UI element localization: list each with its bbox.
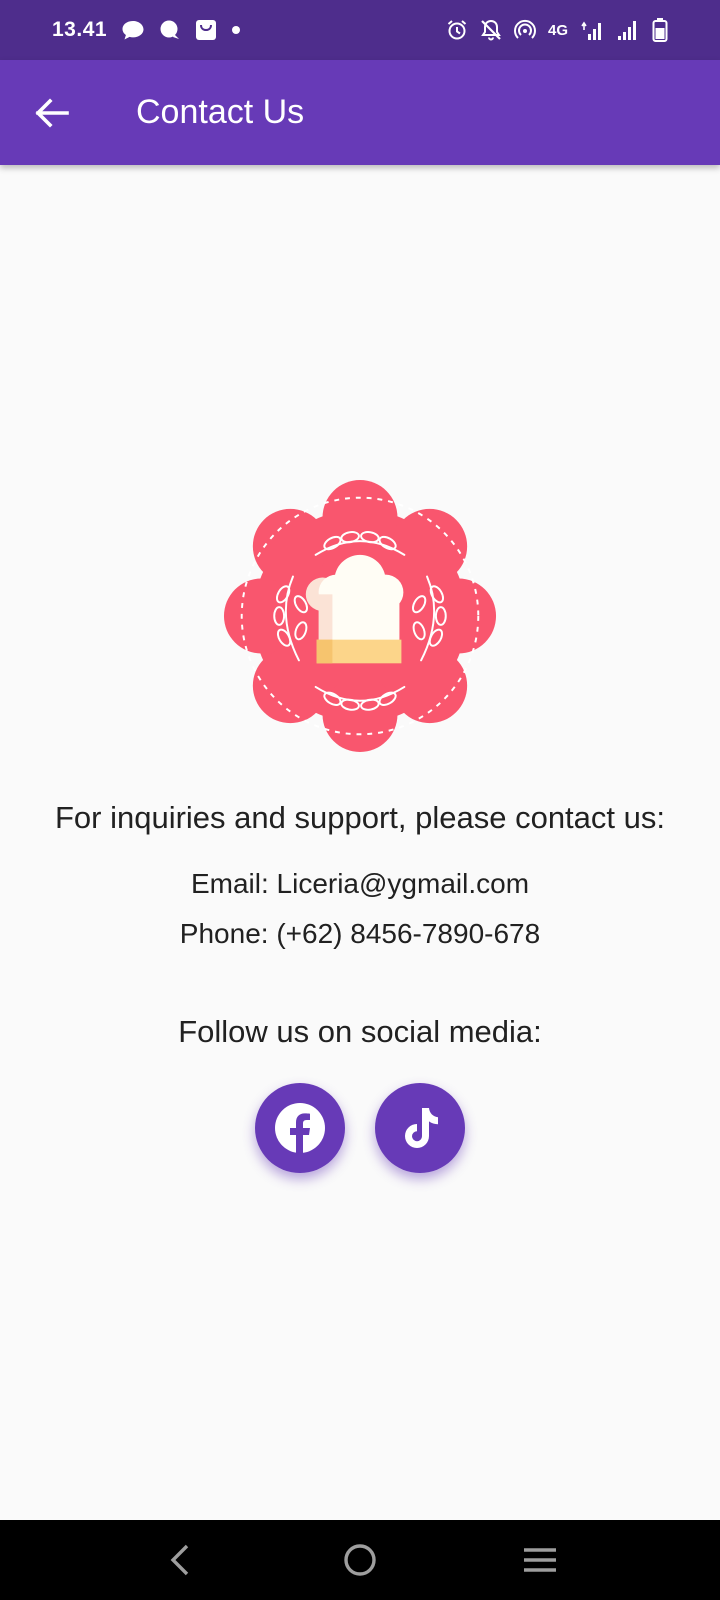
social-links [255,1083,465,1173]
nav-home-button[interactable] [330,1530,390,1590]
status-right: 4G [446,18,668,42]
chat-bubble-icon [159,19,181,41]
signal-strength-icon-sim2 [616,19,640,41]
contact-content: For inquiries and support, please contac… [0,165,720,1520]
screen: 13.41 4G Contact Us For inquiries and su… [0,0,720,1600]
facebook-icon [275,1103,325,1153]
network-type-label: 4G [547,21,568,39]
battery-icon [652,18,668,42]
status-bar: 13.41 4G [0,0,720,60]
tiktok-button[interactable] [375,1083,465,1173]
nav-home-icon [344,1544,376,1576]
phone-text[interactable]: Phone: (+62) 8456-7890-678 [180,917,540,951]
nav-back-button[interactable] [150,1530,210,1590]
back-button[interactable] [0,60,104,165]
tiktok-icon [405,1108,438,1148]
signal-strength-icon-sim1 [580,19,604,41]
alarm-icon [446,19,468,41]
status-left: 13.41 [52,18,241,42]
system-nav-bar [0,1520,720,1600]
nav-back-icon [170,1544,189,1576]
shopping-bag-icon [195,19,217,41]
arrow-left-icon [35,97,69,128]
follow-us-text: Follow us on social media: [178,1014,542,1049]
status-time: 13.41 [52,18,108,41]
nav-recents-button[interactable] [510,1530,570,1590]
muted-bell-icon [480,19,502,41]
facebook-button[interactable] [255,1083,345,1173]
app-bar: Contact Us [0,60,720,165]
chef-hat-badge-logo [223,479,497,753]
hotspot-icon [513,19,536,41]
message-icon [121,19,145,41]
nav-menu-icon [524,1548,556,1572]
notification-dot-icon [231,25,241,35]
inquiry-text: For inquiries and support, please contac… [54,800,665,835]
email-text[interactable]: Email: Liceria@ygmail.com [191,867,529,901]
page-title: Contact Us [136,93,305,131]
